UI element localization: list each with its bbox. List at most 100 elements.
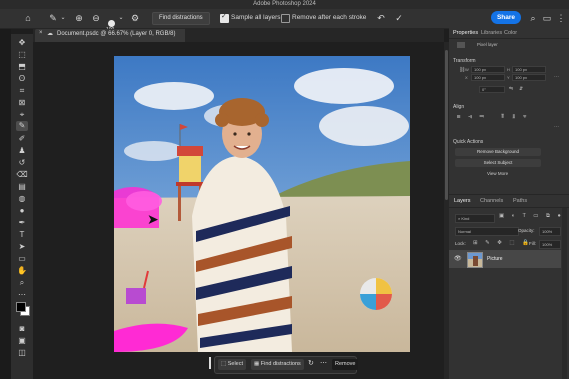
workspace-icon[interactable]: ▭: [541, 12, 553, 24]
find-distractions-button[interactable]: ▦ Find distractions: [251, 359, 304, 370]
more-icon[interactable]: ⋯: [554, 124, 559, 130]
more-icon[interactable]: ⋯: [554, 74, 559, 80]
align-icons[interactable]: ⫢ ⫣ ⫤ ⫪ ⫫ ⫧: [457, 114, 529, 121]
lasso-tool-icon[interactable]: ʘ: [16, 74, 28, 84]
pixel-layer-label: Pixel layer: [477, 42, 498, 47]
height-field[interactable]: 100 px: [512, 66, 546, 73]
cursor-icon: ➤: [147, 211, 159, 227]
history-brush-tool-icon[interactable]: ↺: [16, 158, 28, 168]
layer-thumbnail: [467, 252, 483, 268]
tab-channels[interactable]: Channels: [480, 197, 503, 206]
frame-mode-icon[interactable]: ◫: [16, 348, 28, 358]
close-icon[interactable]: ×: [39, 30, 43, 36]
subtract-mode-icon[interactable]: ⊖: [90, 12, 102, 24]
move-tool-icon[interactable]: ✥: [16, 38, 28, 48]
tab-paths[interactable]: Paths: [513, 197, 527, 206]
remove-tool-icon[interactable]: ✎: [47, 12, 59, 24]
scroll-thumb[interactable]: [445, 50, 448, 200]
path-selection-tool-icon[interactable]: ➤: [16, 242, 28, 252]
drag-handle-icon[interactable]: [209, 357, 211, 369]
pen-tool-icon[interactable]: ✒: [16, 218, 28, 228]
flip-vertical-icon[interactable]: ⇵: [519, 86, 523, 92]
gear-icon[interactable]: ⚙: [129, 12, 141, 24]
screen-mode-icon[interactable]: ▣: [16, 336, 28, 346]
divider: [449, 207, 569, 208]
rectangle-tool-icon[interactable]: ▭: [16, 254, 28, 264]
document-tab-bar: × ☁ Document.psdc @ 66.67% (Layer 0, RGB…: [33, 29, 444, 42]
layer-row[interactable]: 👁 Picture: [449, 250, 561, 268]
fill-field[interactable]: 100%: [539, 240, 561, 249]
blend-mode-select[interactable]: Normal: [455, 227, 519, 236]
home-icon[interactable]: ⌂: [22, 12, 34, 24]
frame-tool-icon[interactable]: ⊠: [16, 98, 28, 108]
eye-icon[interactable]: 👁: [454, 255, 462, 262]
crop-tool-icon[interactable]: ⌗: [16, 86, 28, 96]
brush-size-icon[interactable]: [108, 20, 115, 27]
flip-horizontal-icon[interactable]: ⇋: [509, 86, 513, 92]
sample-all-layers-label: Sample all layers: [231, 14, 281, 21]
select-label: Select: [227, 361, 244, 367]
clone-stamp-tool-icon[interactable]: ♟: [16, 146, 28, 156]
more-icon[interactable]: ⋮: [555, 12, 567, 24]
eraser-tool-icon[interactable]: ⌫: [16, 170, 28, 180]
eyedropper-tool-icon[interactable]: ⌖: [16, 110, 28, 120]
x-label: X: [465, 75, 468, 80]
y-field[interactable]: 100 px: [512, 74, 546, 81]
view-more-link[interactable]: View More: [487, 171, 508, 176]
cloud-icon: ☁: [47, 31, 53, 37]
remove-background-label: Remove Background: [476, 149, 520, 154]
find-distractions-icon: ▦: [254, 361, 261, 367]
canvas-image[interactable]: [114, 56, 410, 352]
select-icon: ⬚: [221, 361, 228, 367]
w-label: W: [465, 67, 469, 72]
width-field[interactable]: 100 px: [471, 66, 505, 73]
sample-all-layers-checkbox[interactable]: [220, 12, 229, 23]
quick-mask-icon[interactable]: ◙: [16, 324, 28, 334]
transform-heading: Transform: [453, 58, 476, 64]
tab-properties[interactable]: Properties: [453, 29, 478, 38]
blur-tool-icon[interactable]: ◍: [16, 194, 28, 204]
chevron-down-icon[interactable]: ⌄: [117, 12, 125, 24]
document-tab[interactable]: × ☁ Document.psdc @ 66.67% (Layer 0, RGB…: [35, 29, 185, 42]
commit-check-icon[interactable]: ✓: [393, 12, 405, 24]
lock-icons[interactable]: ⊞ ✎ ✥ ⬚ 🔒: [473, 240, 532, 246]
tab-libraries[interactable]: Libraries: [481, 29, 502, 38]
foreground-color-swatch[interactable]: [16, 302, 26, 312]
more-tools-icon[interactable]: ⋯: [16, 290, 28, 300]
select-button[interactable]: ⬚ Select: [218, 359, 247, 370]
object-selection-tool-icon[interactable]: ⬒: [16, 62, 28, 72]
hand-tool-icon[interactable]: ✋: [16, 266, 28, 276]
dodge-tool-icon[interactable]: ●: [16, 206, 28, 216]
filter-icons[interactable]: ▣ ◐ T ▭ ⧉ ●: [499, 213, 564, 220]
angle-field[interactable]: 0°: [479, 86, 505, 93]
remove-button[interactable]: Remove: [332, 359, 359, 370]
tab-color[interactable]: Color: [504, 29, 517, 38]
more-icon[interactable]: ⋯: [320, 359, 327, 367]
share-button[interactable]: Share: [491, 11, 521, 24]
kind-filter[interactable]: ⌕ Kind: [455, 214, 495, 223]
add-mode-icon[interactable]: ⊕: [73, 12, 85, 24]
tab-layers[interactable]: Layers: [454, 197, 471, 206]
document-title: Document.psdc @ 66.67% (Layer 0, RGB/8): [57, 31, 176, 37]
divider: [449, 194, 569, 195]
find-distractions-button[interactable]: Find distractions: [152, 12, 210, 25]
opacity-field[interactable]: 100%: [539, 227, 561, 236]
link-icon[interactable]: ⛓: [459, 67, 465, 73]
gradient-tool-icon[interactable]: ▤: [16, 182, 28, 192]
undo-icon[interactable]: ↶: [375, 12, 387, 24]
brush-tool-icon[interactable]: ✐: [16, 134, 28, 144]
layers-scrollbar[interactable]: [562, 208, 567, 379]
zoom-tool-icon[interactable]: ⌕: [16, 278, 28, 288]
refresh-icon[interactable]: ↻: [308, 359, 314, 367]
remove-label: Remove: [335, 361, 356, 367]
remove-background-button[interactable]: Remove Background: [455, 148, 541, 156]
chevron-down-icon[interactable]: ⌄: [59, 12, 67, 24]
type-tool-icon[interactable]: T: [16, 230, 28, 240]
x-field[interactable]: 100 px: [471, 74, 505, 81]
remove-tool-icon[interactable]: ✎: [16, 121, 28, 131]
left-strip: [0, 29, 11, 379]
marquee-tool-icon[interactable]: ⬚: [16, 50, 28, 60]
remove-after-stroke-checkbox[interactable]: [281, 14, 290, 23]
select-subject-button[interactable]: Select Subject: [455, 159, 541, 167]
search-icon[interactable]: ⌕: [527, 12, 539, 24]
